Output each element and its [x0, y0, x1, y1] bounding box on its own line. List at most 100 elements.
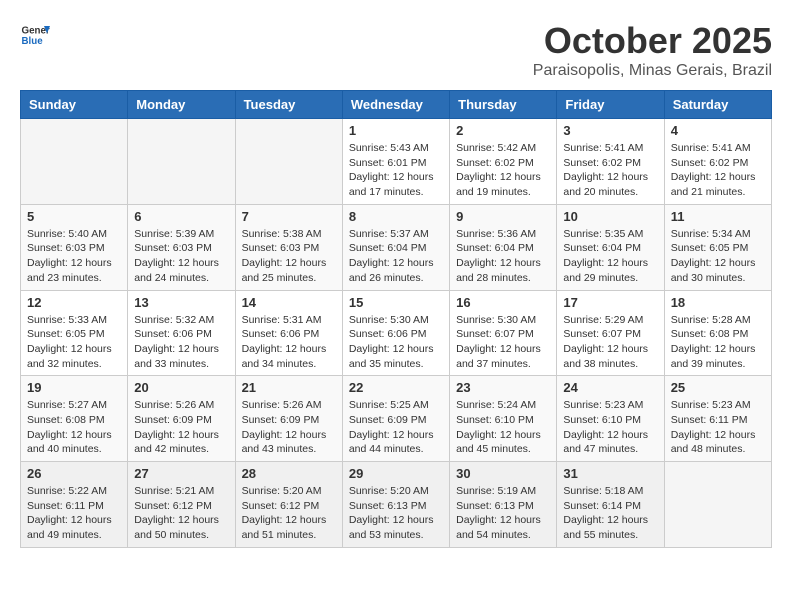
- week-row-5: 26 Sunrise: 5:22 AMSunset: 6:11 PMDayligh…: [21, 462, 772, 548]
- day-number: 6: [134, 209, 228, 224]
- calendar-cell: 31 Sunrise: 5:18 AMSunset: 6:14 PMDayligh…: [557, 462, 664, 548]
- calendar-cell: 17 Sunrise: 5:29 AMSunset: 6:07 PMDayligh…: [557, 290, 664, 376]
- day-number: 24: [563, 380, 657, 395]
- calendar-cell: 2 Sunrise: 5:42 AMSunset: 6:02 PMDaylight…: [450, 119, 557, 205]
- day-number: 14: [242, 295, 336, 310]
- day-number: 26: [27, 466, 121, 481]
- day-number: 3: [563, 123, 657, 138]
- week-row-2: 5Sunrise: 5:40 AMSunset: 6:03 PMDaylight…: [21, 204, 772, 290]
- day-info: Sunrise: 5:22 AMSunset: 6:11 PMDaylight:…: [27, 484, 121, 543]
- day-number: 22: [349, 380, 443, 395]
- day-number: 23: [456, 380, 550, 395]
- day-number: 29: [349, 466, 443, 481]
- calendar-cell: 22 Sunrise: 5:25 AMSunset: 6:09 PMDayligh…: [342, 376, 449, 462]
- day-number: 28: [242, 466, 336, 481]
- day-info: Sunrise: 5:34 AMSunset: 6:05 PMDaylight:…: [671, 227, 765, 286]
- day-info: Sunrise: 5:41 AMSunset: 6:02 PMDaylight:…: [671, 141, 765, 200]
- day-number: 4: [671, 123, 765, 138]
- month-title: October 2025: [533, 20, 772, 62]
- day-number: 25: [671, 380, 765, 395]
- calendar-cell: 26 Sunrise: 5:22 AMSunset: 6:11 PMDayligh…: [21, 462, 128, 548]
- day-number: 13: [134, 295, 228, 310]
- calendar-cell: 20 Sunrise: 5:26 AMSunset: 6:09 PMDayligh…: [128, 376, 235, 462]
- day-info: Sunrise: 5:37 AMSunset: 6:04 PMDaylight:…: [349, 227, 443, 286]
- day-info: Sunrise: 5:29 AMSunset: 6:07 PMDaylight:…: [563, 313, 657, 372]
- weekday-header-sunday: Sunday: [21, 91, 128, 119]
- calendar-cell: 13 Sunrise: 5:32 AMSunset: 6:06 PMDayligh…: [128, 290, 235, 376]
- title-section: October 2025 Paraisopolis, Minas Gerais,…: [533, 20, 772, 80]
- calendar-cell: [664, 462, 771, 548]
- location-title: Paraisopolis, Minas Gerais, Brazil: [533, 62, 772, 80]
- day-info: Sunrise: 5:24 AMSunset: 6:10 PMDaylight:…: [456, 398, 550, 457]
- weekday-header-row: SundayMondayTuesdayWednesdayThursdayFrid…: [21, 91, 772, 119]
- day-number: 7: [242, 209, 336, 224]
- calendar-cell: 29 Sunrise: 5:20 AMSunset: 6:13 PMDayligh…: [342, 462, 449, 548]
- week-row-4: 19 Sunrise: 5:27 AMSunset: 6:08 PMDayligh…: [21, 376, 772, 462]
- day-info: Sunrise: 5:20 AMSunset: 6:12 PMDaylight:…: [242, 484, 336, 543]
- calendar-cell: 3Sunrise: 5:41 AMSunset: 6:02 PMDaylight…: [557, 119, 664, 205]
- week-row-3: 12Sunrise: 5:33 AMSunset: 6:05 PMDayligh…: [21, 290, 772, 376]
- day-info: Sunrise: 5:25 AMSunset: 6:09 PMDaylight:…: [349, 398, 443, 457]
- calendar-cell: [21, 119, 128, 205]
- day-info: Sunrise: 5:33 AMSunset: 6:05 PMDaylight:…: [27, 313, 121, 372]
- day-info: Sunrise: 5:38 AMSunset: 6:03 PMDaylight:…: [242, 227, 336, 286]
- day-info: Sunrise: 5:26 AMSunset: 6:09 PMDaylight:…: [134, 398, 228, 457]
- calendar-cell: 7 Sunrise: 5:38 AMSunset: 6:03 PMDaylight…: [235, 204, 342, 290]
- day-number: 9: [456, 209, 550, 224]
- day-number: 16: [456, 295, 550, 310]
- calendar-body: 1 Sunrise: 5:43 AMSunset: 6:01 PMDaylight…: [21, 119, 772, 548]
- calendar-cell: 6Sunrise: 5:39 AMSunset: 6:03 PMDaylight…: [128, 204, 235, 290]
- day-info: Sunrise: 5:26 AMSunset: 6:09 PMDaylight:…: [242, 398, 336, 457]
- weekday-header-monday: Monday: [128, 91, 235, 119]
- svg-text:Blue: Blue: [22, 36, 44, 47]
- calendar-cell: 9Sunrise: 5:36 AMSunset: 6:04 PMDaylight…: [450, 204, 557, 290]
- weekday-header-wednesday: Wednesday: [342, 91, 449, 119]
- day-info: Sunrise: 5:32 AMSunset: 6:06 PMDaylight:…: [134, 313, 228, 372]
- day-number: 30: [456, 466, 550, 481]
- day-number: 10: [563, 209, 657, 224]
- day-number: 31: [563, 466, 657, 481]
- day-number: 21: [242, 380, 336, 395]
- calendar-cell: 16 Sunrise: 5:30 AMSunset: 6:07 PMDayligh…: [450, 290, 557, 376]
- weekday-header-thursday: Thursday: [450, 91, 557, 119]
- day-info: Sunrise: 5:30 AMSunset: 6:06 PMDaylight:…: [349, 313, 443, 372]
- calendar-cell: 14 Sunrise: 5:31 AMSunset: 6:06 PMDayligh…: [235, 290, 342, 376]
- day-number: 2: [456, 123, 550, 138]
- day-info: Sunrise: 5:42 AMSunset: 6:02 PMDaylight:…: [456, 141, 550, 200]
- day-number: 8: [349, 209, 443, 224]
- calendar-cell: 27 Sunrise: 5:21 AMSunset: 6:12 PMDayligh…: [128, 462, 235, 548]
- week-row-1: 1 Sunrise: 5:43 AMSunset: 6:01 PMDaylight…: [21, 119, 772, 205]
- day-info: Sunrise: 5:18 AMSunset: 6:14 PMDaylight:…: [563, 484, 657, 543]
- calendar-cell: 10Sunrise: 5:35 AMSunset: 6:04 PMDayligh…: [557, 204, 664, 290]
- day-info: Sunrise: 5:31 AMSunset: 6:06 PMDaylight:…: [242, 313, 336, 372]
- calendar-cell: [128, 119, 235, 205]
- calendar-cell: 1 Sunrise: 5:43 AMSunset: 6:01 PMDaylight…: [342, 119, 449, 205]
- calendar-cell: 21 Sunrise: 5:26 AMSunset: 6:09 PMDayligh…: [235, 376, 342, 462]
- day-info: Sunrise: 5:21 AMSunset: 6:12 PMDaylight:…: [134, 484, 228, 543]
- day-info: Sunrise: 5:27 AMSunset: 6:08 PMDaylight:…: [27, 398, 121, 457]
- day-info: Sunrise: 5:43 AMSunset: 6:01 PMDaylight:…: [349, 141, 443, 200]
- day-info: Sunrise: 5:30 AMSunset: 6:07 PMDaylight:…: [456, 313, 550, 372]
- calendar-cell: 28 Sunrise: 5:20 AMSunset: 6:12 PMDayligh…: [235, 462, 342, 548]
- day-number: 27: [134, 466, 228, 481]
- logo: General Blue: [20, 20, 54, 50]
- page-header: General Blue October 2025 Paraisopolis, …: [20, 20, 772, 80]
- calendar-cell: 30Sunrise: 5:19 AMSunset: 6:13 PMDayligh…: [450, 462, 557, 548]
- day-number: 1: [349, 123, 443, 138]
- day-info: Sunrise: 5:23 AMSunset: 6:11 PMDaylight:…: [671, 398, 765, 457]
- calendar-cell: 5Sunrise: 5:40 AMSunset: 6:03 PMDaylight…: [21, 204, 128, 290]
- calendar-cell: [235, 119, 342, 205]
- day-number: 17: [563, 295, 657, 310]
- day-number: 15: [349, 295, 443, 310]
- calendar-cell: 15 Sunrise: 5:30 AMSunset: 6:06 PMDayligh…: [342, 290, 449, 376]
- calendar-cell: 25 Sunrise: 5:23 AMSunset: 6:11 PMDayligh…: [664, 376, 771, 462]
- day-info: Sunrise: 5:20 AMSunset: 6:13 PMDaylight:…: [349, 484, 443, 543]
- calendar-cell: 19 Sunrise: 5:27 AMSunset: 6:08 PMDayligh…: [21, 376, 128, 462]
- logo-icon: General Blue: [20, 20, 50, 50]
- day-info: Sunrise: 5:23 AMSunset: 6:10 PMDaylight:…: [563, 398, 657, 457]
- day-number: 19: [27, 380, 121, 395]
- day-number: 20: [134, 380, 228, 395]
- day-number: 5: [27, 209, 121, 224]
- weekday-header-saturday: Saturday: [664, 91, 771, 119]
- weekday-header-tuesday: Tuesday: [235, 91, 342, 119]
